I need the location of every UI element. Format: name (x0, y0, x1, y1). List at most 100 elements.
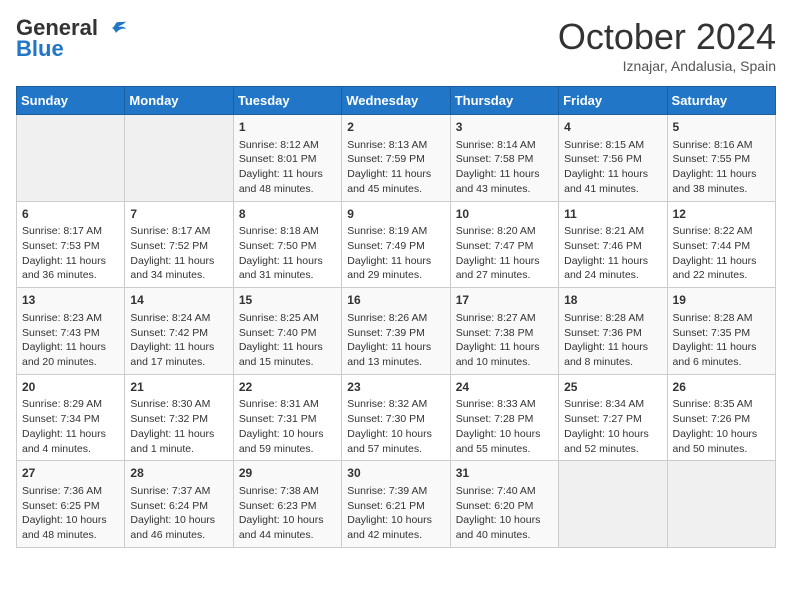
day-header-tuesday: Tuesday (233, 87, 341, 115)
cell-content: Sunrise: 7:36 AM Sunset: 6:25 PM Dayligh… (22, 484, 119, 543)
cell-content: Sunrise: 8:35 AM Sunset: 7:26 PM Dayligh… (673, 397, 770, 456)
calendar-cell: 23Sunrise: 8:32 AM Sunset: 7:30 PM Dayli… (342, 374, 450, 461)
calendar-cell (667, 461, 775, 548)
cell-content: Sunrise: 7:40 AM Sunset: 6:20 PM Dayligh… (456, 484, 553, 543)
cell-content: Sunrise: 8:33 AM Sunset: 7:28 PM Dayligh… (456, 397, 553, 456)
day-number: 16 (347, 292, 444, 309)
day-number: 28 (130, 465, 227, 482)
cell-content: Sunrise: 8:22 AM Sunset: 7:44 PM Dayligh… (673, 224, 770, 283)
cell-content: Sunrise: 8:31 AM Sunset: 7:31 PM Dayligh… (239, 397, 336, 456)
day-number: 23 (347, 379, 444, 396)
day-number: 1 (239, 119, 336, 136)
cell-content: Sunrise: 8:27 AM Sunset: 7:38 PM Dayligh… (456, 311, 553, 370)
calendar-cell: 29Sunrise: 7:38 AM Sunset: 6:23 PM Dayli… (233, 461, 341, 548)
cell-content: Sunrise: 8:13 AM Sunset: 7:59 PM Dayligh… (347, 138, 444, 197)
cell-content: Sunrise: 8:32 AM Sunset: 7:30 PM Dayligh… (347, 397, 444, 456)
cell-content: Sunrise: 8:30 AM Sunset: 7:32 PM Dayligh… (130, 397, 227, 456)
calendar-week-row: 1 Sunrise: 8:12 AM Sunset: 8:01 PM Daylig… (17, 115, 776, 202)
day-number: 22 (239, 379, 336, 396)
calendar-cell: 31 Sunrise: 7:40 AM Sunset: 6:20 PM Dayli… (450, 461, 558, 548)
day-number: 14 (130, 292, 227, 309)
calendar-cell: 13 Sunrise: 8:23 AM Sunset: 7:43 PM Dayli… (17, 288, 125, 375)
title-block: October 2024 Iznajar, Andalusia, Spain (558, 16, 776, 74)
calendar-cell: 25Sunrise: 8:34 AM Sunset: 7:27 PM Dayli… (559, 374, 667, 461)
logo-bird-icon (106, 21, 126, 37)
calendar-cell: 27 Sunrise: 7:36 AM Sunset: 6:25 PM Dayli… (17, 461, 125, 548)
day-number: 9 (347, 206, 444, 223)
calendar-cell: 5Sunrise: 8:16 AM Sunset: 7:55 PM Daylig… (667, 115, 775, 202)
calendar-cell: 16 Sunrise: 8:26 AM Sunset: 7:39 PM Dayli… (342, 288, 450, 375)
calendar-week-row: 20Sunrise: 8:29 AM Sunset: 7:34 PM Dayli… (17, 374, 776, 461)
day-number: 7 (130, 206, 227, 223)
cell-content: Sunrise: 8:17 AM Sunset: 7:52 PM Dayligh… (130, 224, 227, 283)
calendar-cell (17, 115, 125, 202)
day-number: 31 (456, 465, 553, 482)
cell-content: Sunrise: 7:39 AM Sunset: 6:21 PM Dayligh… (347, 484, 444, 543)
day-number: 8 (239, 206, 336, 223)
day-number: 17 (456, 292, 553, 309)
cell-content: Sunrise: 8:24 AM Sunset: 7:42 PM Dayligh… (130, 311, 227, 370)
calendar-cell: 1 Sunrise: 8:12 AM Sunset: 8:01 PM Daylig… (233, 115, 341, 202)
calendar-cell (559, 461, 667, 548)
day-header-friday: Friday (559, 87, 667, 115)
calendar-cell: 12Sunrise: 8:22 AM Sunset: 7:44 PM Dayli… (667, 201, 775, 288)
calendar-table: SundayMondayTuesdayWednesdayThursdayFrid… (16, 86, 776, 548)
cell-content: Sunrise: 8:19 AM Sunset: 7:49 PM Dayligh… (347, 224, 444, 283)
calendar-cell: 7Sunrise: 8:17 AM Sunset: 7:52 PM Daylig… (125, 201, 233, 288)
day-number: 18 (564, 292, 661, 309)
cell-content: Sunrise: 7:37 AM Sunset: 6:24 PM Dayligh… (130, 484, 227, 543)
cell-content: Sunrise: 8:20 AM Sunset: 7:47 PM Dayligh… (456, 224, 553, 283)
calendar-cell: 9Sunrise: 8:19 AM Sunset: 7:49 PM Daylig… (342, 201, 450, 288)
day-number: 19 (673, 292, 770, 309)
calendar-cell (125, 115, 233, 202)
calendar-cell: 18Sunrise: 8:28 AM Sunset: 7:36 PM Dayli… (559, 288, 667, 375)
day-number: 13 (22, 292, 119, 309)
page-header: General Blue October 2024 Iznajar, Andal… (16, 16, 776, 74)
calendar-week-row: 13 Sunrise: 8:23 AM Sunset: 7:43 PM Dayli… (17, 288, 776, 375)
day-number: 26 (673, 379, 770, 396)
calendar-cell: 20Sunrise: 8:29 AM Sunset: 7:34 PM Dayli… (17, 374, 125, 461)
calendar-cell: 14 Sunrise: 8:24 AM Sunset: 7:42 PM Dayli… (125, 288, 233, 375)
cell-content: Sunrise: 8:15 AM Sunset: 7:56 PM Dayligh… (564, 138, 661, 197)
calendar-cell: 17 Sunrise: 8:27 AM Sunset: 7:38 PM Dayli… (450, 288, 558, 375)
day-header-saturday: Saturday (667, 87, 775, 115)
calendar-header-row: SundayMondayTuesdayWednesdayThursdayFrid… (17, 87, 776, 115)
day-number: 12 (673, 206, 770, 223)
calendar-cell: 4Sunrise: 8:15 AM Sunset: 7:56 PM Daylig… (559, 115, 667, 202)
calendar-cell: 30 Sunrise: 7:39 AM Sunset: 6:21 PM Dayli… (342, 461, 450, 548)
calendar-cell: 11Sunrise: 8:21 AM Sunset: 7:46 PM Dayli… (559, 201, 667, 288)
day-number: 11 (564, 206, 661, 223)
day-number: 5 (673, 119, 770, 136)
cell-content: Sunrise: 8:14 AM Sunset: 7:58 PM Dayligh… (456, 138, 553, 197)
calendar-cell: 19 Sunrise: 8:28 AM Sunset: 7:35 PM Dayli… (667, 288, 775, 375)
cell-content: Sunrise: 8:26 AM Sunset: 7:39 PM Dayligh… (347, 311, 444, 370)
logo-blue-text: Blue (16, 36, 64, 62)
day-number: 15 (239, 292, 336, 309)
calendar-cell: 15 Sunrise: 8:25 AM Sunset: 7:40 PM Dayli… (233, 288, 341, 375)
logo: General Blue (16, 16, 126, 62)
calendar-cell: 26Sunrise: 8:35 AM Sunset: 7:26 PM Dayli… (667, 374, 775, 461)
cell-content: Sunrise: 8:29 AM Sunset: 7:34 PM Dayligh… (22, 397, 119, 456)
day-header-sunday: Sunday (17, 87, 125, 115)
cell-content: Sunrise: 8:23 AM Sunset: 7:43 PM Dayligh… (22, 311, 119, 370)
calendar-cell: 6Sunrise: 8:17 AM Sunset: 7:53 PM Daylig… (17, 201, 125, 288)
calendar-cell: 10Sunrise: 8:20 AM Sunset: 7:47 PM Dayli… (450, 201, 558, 288)
day-number: 21 (130, 379, 227, 396)
cell-content: Sunrise: 8:12 AM Sunset: 8:01 PM Dayligh… (239, 138, 336, 197)
day-header-wednesday: Wednesday (342, 87, 450, 115)
calendar-cell: 8Sunrise: 8:18 AM Sunset: 7:50 PM Daylig… (233, 201, 341, 288)
calendar-week-row: 27 Sunrise: 7:36 AM Sunset: 6:25 PM Dayli… (17, 461, 776, 548)
day-header-thursday: Thursday (450, 87, 558, 115)
cell-content: Sunrise: 8:34 AM Sunset: 7:27 PM Dayligh… (564, 397, 661, 456)
day-number: 10 (456, 206, 553, 223)
cell-content: Sunrise: 8:28 AM Sunset: 7:35 PM Dayligh… (673, 311, 770, 370)
calendar-week-row: 6Sunrise: 8:17 AM Sunset: 7:53 PM Daylig… (17, 201, 776, 288)
day-number: 24 (456, 379, 553, 396)
calendar-cell: 24Sunrise: 8:33 AM Sunset: 7:28 PM Dayli… (450, 374, 558, 461)
day-number: 30 (347, 465, 444, 482)
month-year-title: October 2024 (558, 16, 776, 58)
day-number: 27 (22, 465, 119, 482)
calendar-cell: 22Sunrise: 8:31 AM Sunset: 7:31 PM Dayli… (233, 374, 341, 461)
cell-content: Sunrise: 8:25 AM Sunset: 7:40 PM Dayligh… (239, 311, 336, 370)
cell-content: Sunrise: 7:38 AM Sunset: 6:23 PM Dayligh… (239, 484, 336, 543)
